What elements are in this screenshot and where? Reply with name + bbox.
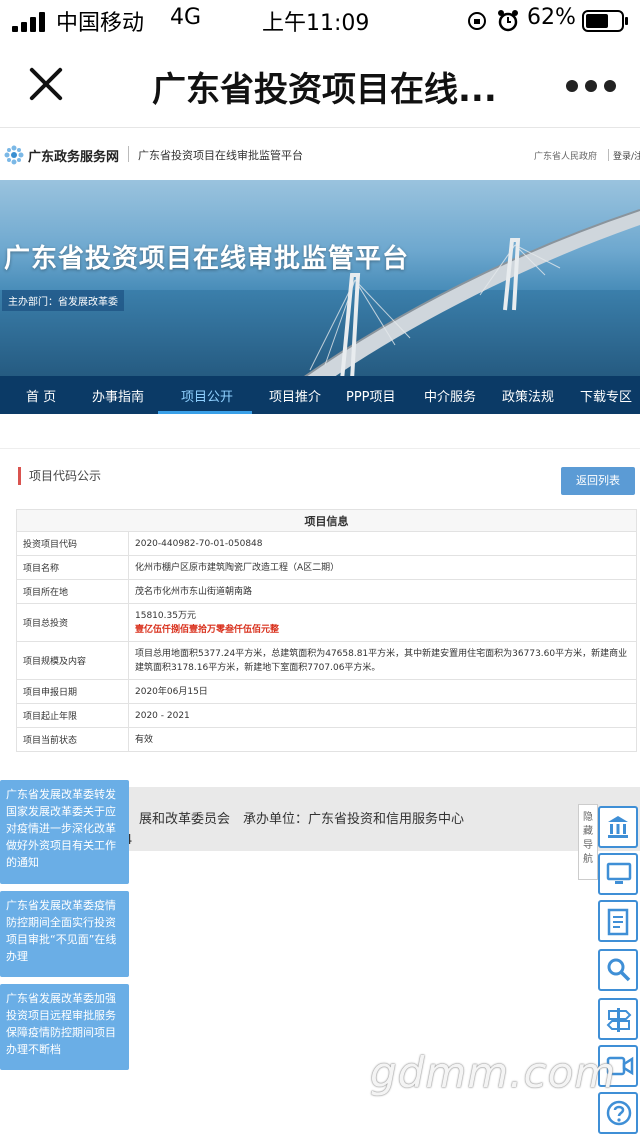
section-title: 项目代码公示 xyxy=(18,467,101,485)
clock: 上午11:09 xyxy=(262,11,370,36)
row-value: 茂名市化州市东山街道朝南路 xyxy=(128,579,637,604)
menu-item-project-promotion[interactable]: 项目推介 xyxy=(269,386,321,405)
page-title: 广东省投资项目在线... xyxy=(152,70,497,110)
row-key: 项目总投资 xyxy=(16,603,129,642)
back-to-list-button[interactable]: 返回列表 xyxy=(561,467,635,495)
table-row: 项目名称 化州市棚户区原市建筑陶瓷厂改造工程（A区二期） xyxy=(16,555,637,580)
hide-nav-toggle[interactable]: 隐藏导航 xyxy=(578,804,598,880)
row-key: 项目名称 xyxy=(16,555,129,580)
row-key: 项目当前状态 xyxy=(16,727,129,752)
computer-icon[interactable] xyxy=(598,853,638,895)
menu-item-home[interactable]: 首 页 xyxy=(26,386,56,405)
footer-organizer: 展和改革委员会 承办单位：广东省投资和信用服务中心 xyxy=(139,812,465,827)
row-key: 项目所在地 xyxy=(16,579,129,604)
investment-amount: 15810.35万元 xyxy=(135,610,196,621)
table-row: 项目所在地 茂名市化州市东山街道朝南路 xyxy=(16,579,637,604)
site-logo-text[interactable]: 广东政务服务网 xyxy=(28,146,119,165)
menu-item-project-public[interactable]: 项目公开 xyxy=(181,386,233,405)
header-divider xyxy=(128,146,129,162)
table-row: 项目申报日期 2020年06月15日 xyxy=(16,679,637,704)
watermark: gdmm.com xyxy=(370,1048,617,1097)
platform-name: 广东省投资项目在线审批监管平台 xyxy=(138,149,303,162)
row-value: 15810.35万元 壹亿伍仟捌佰壹拾万零叁仟伍佰元整 xyxy=(128,603,637,642)
notice-link[interactable]: 广东省发展改革委疫情防控期间全面实行投资项目审批“不见面”在线办理 xyxy=(0,891,129,977)
site-header: 广东政务服务网 广东省投资项目在线审批监管平台 广东省人民政府 登录/注 xyxy=(0,130,640,180)
bank-icon[interactable] xyxy=(598,806,638,848)
table-header: 项目信息 xyxy=(16,509,637,532)
row-value: 有效 xyxy=(128,727,637,752)
menu-item-policy[interactable]: 政策法规 xyxy=(502,386,554,405)
table-row: 项目起止年限 2020 - 2021 xyxy=(16,703,637,728)
table-row: 项目当前状态 有效 xyxy=(16,727,637,752)
site-logo-icon xyxy=(4,145,24,165)
row-key: 项目起止年限 xyxy=(16,703,129,728)
row-key: 投资项目代码 xyxy=(16,531,129,556)
investment-amount-uppercase: 壹亿伍仟捌佰壹拾万零叁仟伍佰元整 xyxy=(135,624,280,635)
project-info-table: 项目信息 投资项目代码 2020-440982-70-01-050848 项目名… xyxy=(16,509,637,752)
rotation-lock-icon xyxy=(468,12,486,30)
banner-headline: 广东省投资项目在线审批监管平台 xyxy=(4,244,410,274)
carrier-label: 中国移动 xyxy=(56,11,145,36)
menu-item-agency[interactable]: 中介服务 xyxy=(424,386,476,405)
battery-percent: 62% xyxy=(527,5,576,30)
main-menu: 首 页 办事指南 项目公开 项目推介 PPP项目 中介服务 政策法规 下载专区 xyxy=(0,376,640,414)
notice-link[interactable]: 广东省发展改革委转发国家发展改革委关于应对疫情进一步深化改革做好外资项目有关工作… xyxy=(0,780,129,884)
more-options-icon[interactable] xyxy=(566,80,616,92)
row-value: 项目总用地面积5377.24平方米，总建筑面积为47658.81平方米，其中新建… xyxy=(128,641,637,680)
signpost-icon[interactable] xyxy=(598,998,638,1040)
signal-icon xyxy=(12,12,48,32)
row-key: 项目申报日期 xyxy=(16,679,129,704)
network-label: 4G xyxy=(170,5,202,30)
status-bar: 中国移动 4G 上午11:09 62% xyxy=(0,0,640,40)
app-navbar: 广东省投资项目在线... xyxy=(0,40,640,128)
hero-banner: 广东省投资项目在线审批监管平台 主办部门：省发展改革委 xyxy=(0,180,640,380)
row-key: 项目规模及内容 xyxy=(16,641,129,680)
menu-item-ppp[interactable]: PPP项目 xyxy=(346,386,396,405)
search-icon[interactable] xyxy=(598,949,638,991)
menu-item-download[interactable]: 下载专区 xyxy=(580,386,632,405)
table-row: 项目规模及内容 项目总用地面积5377.24平方米，总建筑面积为47658.81… xyxy=(16,641,637,680)
row-value: 化州市棚户区原市建筑陶瓷厂改造工程（A区二期） xyxy=(128,555,637,580)
gov-link[interactable]: 广东省人民政府 xyxy=(534,149,597,162)
menu-active-indicator xyxy=(158,411,252,414)
notice-link[interactable]: 广东省发展改革委加强投资项目远程审批服务保障疫情防控期间项目办理不断档 xyxy=(0,984,129,1070)
close-icon[interactable] xyxy=(26,64,66,104)
header-separator xyxy=(608,149,609,161)
table-row: 投资项目代码 2020-440982-70-01-050848 xyxy=(16,531,637,556)
login-link[interactable]: 登录/注 xyxy=(613,149,640,162)
row-value: 2020-440982-70-01-050848 xyxy=(128,531,637,556)
row-value: 2020 - 2021 xyxy=(128,703,637,728)
help-icon[interactable] xyxy=(598,1092,638,1134)
menu-item-guide[interactable]: 办事指南 xyxy=(92,386,144,405)
table-row: 项目总投资 15810.35万元 壹亿伍仟捌佰壹拾万零叁仟伍佰元整 xyxy=(16,603,637,642)
battery-icon xyxy=(582,10,628,32)
row-value: 2020年06月15日 xyxy=(128,679,637,704)
bridge-illustration xyxy=(299,209,640,380)
document-icon[interactable] xyxy=(598,900,638,942)
alarm-icon xyxy=(498,10,518,32)
banner-sponsor: 主办部门：省发展改革委 xyxy=(2,290,124,311)
